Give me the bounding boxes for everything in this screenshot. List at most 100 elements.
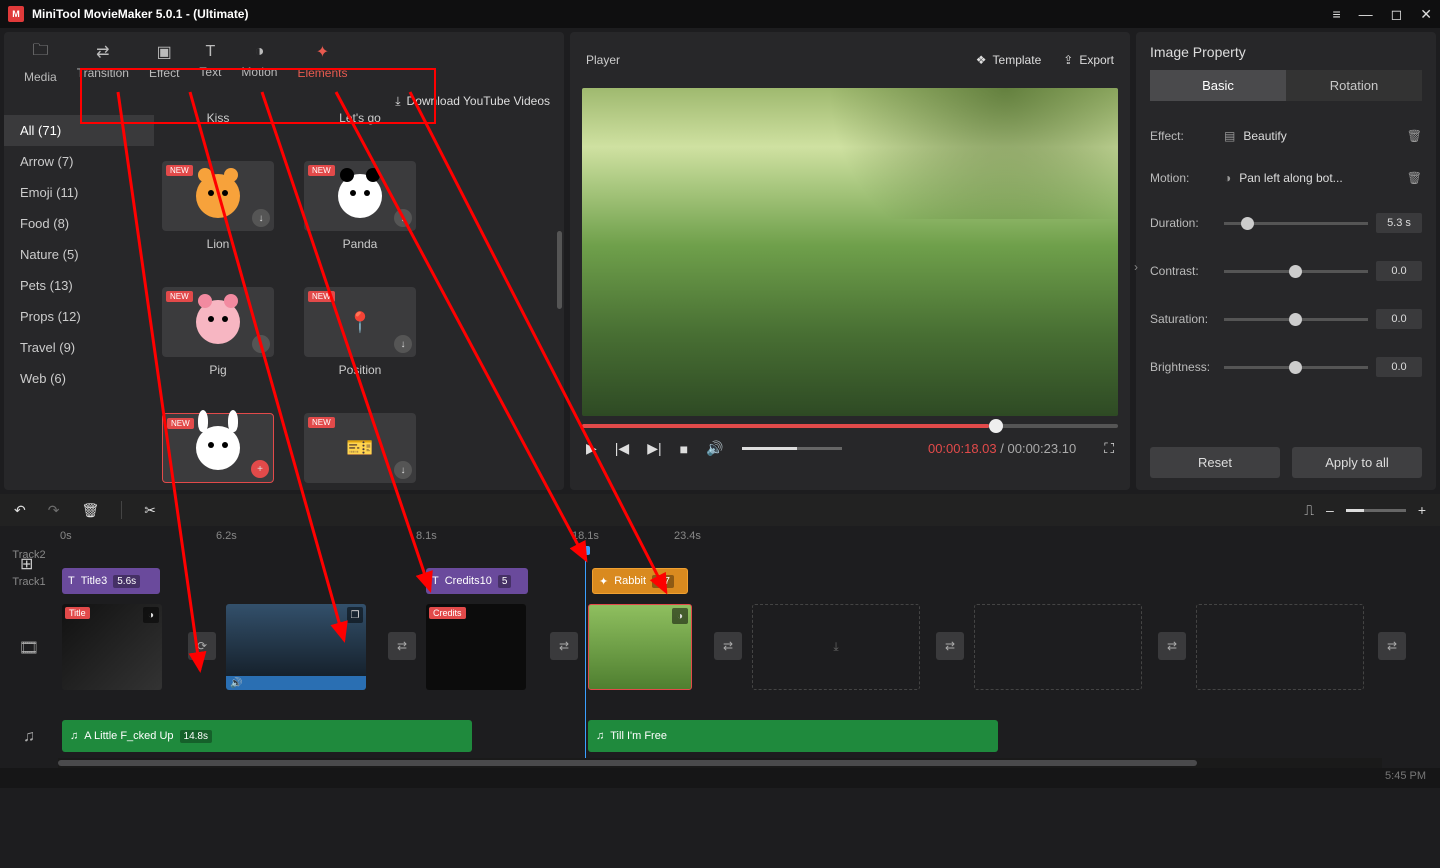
transition-slot[interactable]: ⇄: [388, 632, 416, 660]
brightness-value[interactable]: 0.0: [1376, 357, 1422, 377]
element-rabbit[interactable]: NEW+ Rabbit: [162, 413, 274, 490]
transition-slot[interactable]: ⇄: [550, 632, 578, 660]
next-frame-icon[interactable]: ▶|: [647, 440, 661, 457]
tab-motion[interactable]: ◑Motion: [231, 37, 287, 85]
video-clip-2[interactable]: ❐🔊: [226, 604, 366, 690]
download-icon[interactable]: ↓: [394, 461, 412, 479]
titlebar: M MiniTool MovieMaker 5.0.1 - (Ultimate)…: [0, 0, 1440, 28]
timeline-ruler[interactable]: 0s 6.2s 8.1s 18.1s 23.4s: [0, 526, 1440, 546]
download-icon[interactable]: ↓: [394, 335, 412, 353]
volume-icon[interactable]: 🔊: [706, 440, 723, 457]
category-web[interactable]: Web (6): [4, 363, 154, 394]
duration-slider[interactable]: [1224, 222, 1368, 225]
player-title: Player: [586, 53, 620, 67]
minimize-icon[interactable]: —: [1359, 6, 1373, 22]
tab-rotation[interactable]: Rotation: [1286, 70, 1422, 101]
category-pets[interactable]: Pets (13): [4, 270, 154, 301]
contrast-value[interactable]: 0.0: [1376, 261, 1422, 281]
scrub-bar[interactable]: [582, 424, 1118, 428]
empty-slot[interactable]: [974, 604, 1142, 690]
video-track[interactable]: Title◑ ⟳ ❐🔊 ⇄ Credits ⇄ ◑ ⇄ ⤓ ⇄ ⇄ ⇄: [58, 600, 1440, 696]
transition-icon: ⇄: [77, 42, 129, 62]
category-arrow[interactable]: Arrow (7): [4, 146, 154, 177]
category-nature[interactable]: Nature (5): [4, 239, 154, 270]
category-food[interactable]: Food (8): [4, 208, 154, 239]
transition-slot[interactable]: ⇄: [936, 632, 964, 660]
saturation-value[interactable]: 0.0: [1376, 309, 1422, 329]
undo-icon[interactable]: ↶: [14, 502, 26, 519]
element-lion[interactable]: NEW↓ Lion: [162, 161, 274, 251]
download-icon[interactable]: ↓: [394, 209, 412, 227]
contrast-slider[interactable]: [1224, 270, 1368, 273]
play-icon[interactable]: ▶: [586, 440, 597, 457]
video-clip-3[interactable]: Credits: [426, 604, 526, 690]
audio-clip-1[interactable]: ♫A Little F_cked Up14.8s: [62, 720, 472, 752]
trash-icon[interactable]: 🗑: [1407, 129, 1422, 143]
transition-slot[interactable]: ⇄: [1378, 632, 1406, 660]
tab-effect[interactable]: ▣Effect: [139, 36, 189, 86]
playhead[interactable]: [585, 546, 586, 758]
category-props[interactable]: Props (12): [4, 301, 154, 332]
volume-slider[interactable]: [742, 447, 842, 450]
redo-icon[interactable]: ↷: [48, 502, 60, 519]
video-clip-4[interactable]: ◑: [588, 604, 692, 690]
tab-basic[interactable]: Basic: [1150, 70, 1286, 101]
stop-icon[interactable]: ■: [680, 441, 688, 457]
template-button[interactable]: ❖Template: [976, 53, 1041, 67]
reset-button[interactable]: Reset: [1150, 447, 1280, 478]
clip-rabbit[interactable]: ✦Rabbit4.7: [592, 568, 688, 594]
zoom-in-icon[interactable]: +: [1418, 502, 1426, 518]
download-icon[interactable]: ↓: [252, 335, 270, 353]
video-clip-1[interactable]: Title◑: [62, 604, 162, 690]
tab-text[interactable]: TText: [189, 37, 231, 85]
motion-value[interactable]: Pan left along bot...: [1239, 171, 1399, 185]
trash-icon[interactable]: 🗑: [1407, 171, 1422, 185]
close-icon[interactable]: ✕: [1420, 6, 1432, 23]
apply-all-button[interactable]: Apply to all: [1292, 447, 1422, 478]
add-track-icon[interactable]: ⊞: [20, 554, 33, 574]
fullscreen-icon[interactable]: ⛶: [1104, 440, 1114, 457]
split-icon[interactable]: ✂: [144, 502, 156, 519]
download-youtube-link[interactable]: ⤓Download YouTube Videos: [4, 90, 564, 113]
transition-slot[interactable]: ⟳: [188, 632, 216, 660]
prev-frame-icon[interactable]: |◀: [615, 440, 629, 457]
maximize-icon[interactable]: ◻: [1391, 6, 1403, 23]
transition-slot[interactable]: ⇄: [1158, 632, 1186, 660]
zoom-slider[interactable]: [1346, 509, 1406, 512]
element-position[interactable]: NEW📍↓ Position: [304, 287, 416, 377]
tab-media[interactable]: 🗀Media: [14, 33, 67, 90]
empty-slot[interactable]: ⤓: [752, 604, 920, 690]
video-preview[interactable]: [582, 88, 1118, 416]
trash-icon[interactable]: 🗑: [81, 502, 99, 519]
element-kiss[interactable]: Kiss: [162, 113, 274, 125]
menu-icon[interactable]: ≡: [1332, 6, 1340, 22]
category-emoji[interactable]: Emoji (11): [4, 177, 154, 208]
property-title: Image Property: [1150, 44, 1422, 60]
tab-transition[interactable]: ⇄Transition: [67, 36, 139, 86]
element-letsgo[interactable]: Let's go: [304, 113, 416, 125]
duration-value[interactable]: 5.3 s: [1376, 213, 1422, 233]
audio-track[interactable]: ♫A Little F_cked Up14.8s ♫Till I'm Free: [58, 716, 1440, 758]
zoom-out-icon[interactable]: –: [1326, 502, 1334, 518]
category-all[interactable]: All (71): [4, 115, 154, 146]
empty-slot[interactable]: [1196, 604, 1364, 690]
effect-value[interactable]: Beautify: [1243, 129, 1398, 143]
download-icon[interactable]: ↓: [252, 209, 270, 227]
export-icon: ⇪: [1063, 53, 1073, 67]
saturation-slider[interactable]: [1224, 318, 1368, 321]
element-panda[interactable]: NEW↓ Panda: [304, 161, 416, 251]
snap-icon[interactable]: ⎍: [1304, 502, 1314, 519]
clip-title3[interactable]: TTitle35.6s: [62, 568, 160, 594]
element-pig[interactable]: NEW↓ Pig: [162, 287, 274, 377]
collapse-handle-icon[interactable]: ›: [1134, 260, 1138, 274]
clip-credits10[interactable]: TCredits105: [426, 568, 528, 594]
timeline-scrollbar[interactable]: [58, 758, 1382, 768]
tab-elements[interactable]: ✦Elements: [287, 36, 357, 86]
element-ticket[interactable]: NEW🎫↓ Ticket: [304, 413, 416, 490]
transition-slot[interactable]: ⇄: [714, 632, 742, 660]
add-icon[interactable]: +: [251, 460, 269, 478]
audio-clip-2[interactable]: ♫Till I'm Free: [588, 720, 998, 752]
export-button[interactable]: ⇪Export: [1063, 53, 1114, 67]
brightness-slider[interactable]: [1224, 366, 1368, 369]
category-travel[interactable]: Travel (9): [4, 332, 154, 363]
